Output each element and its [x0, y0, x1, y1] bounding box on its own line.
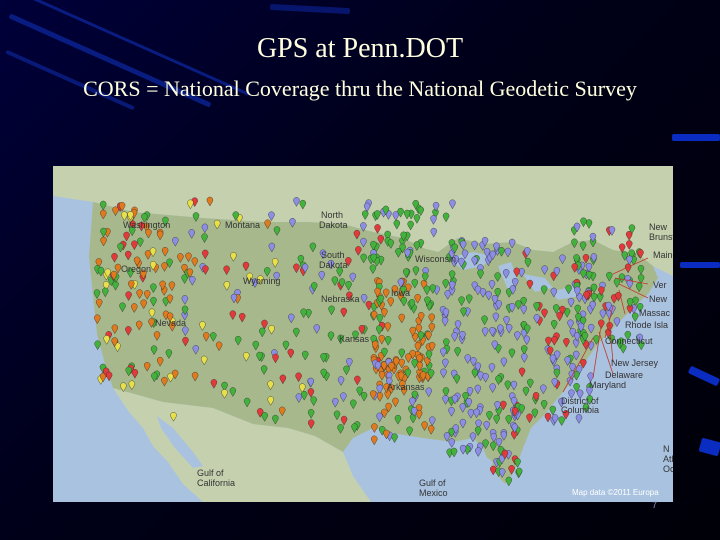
label-arkansas: Arkansas: [387, 382, 425, 392]
label-atlantic-3: Oc: [663, 464, 673, 474]
map-copyright: Map data ©2011 Europa: [572, 488, 659, 497]
label-nebraska: Nebraska: [321, 294, 360, 304]
station-marker[interactable]: [490, 465, 497, 476]
label-gulf-mexico-2: Mexico: [419, 488, 448, 498]
background-streak: [269, 3, 351, 15]
label-nevada: Nevada: [155, 318, 186, 328]
label-oregon: Oregon: [121, 264, 151, 274]
label-new-jersey: New Jersey: [611, 358, 659, 368]
label-atlantic-2: Atl: [663, 454, 673, 464]
label-new-brunswick-1: New: [649, 222, 668, 232]
station-marker[interactable]: [575, 414, 583, 424]
station-marker[interactable]: [549, 405, 557, 416]
label-south-dakota-1: South: [321, 250, 345, 260]
station-marker[interactable]: [469, 432, 477, 443]
label-gulf-mexico-1: Gulf of: [419, 478, 446, 488]
station-marker[interactable]: [94, 340, 101, 351]
label-gulf-california-2: California: [197, 478, 235, 488]
cors-station-map[interactable]: North Dakota South Dakota Montana Washin…: [53, 166, 673, 502]
station-marker[interactable]: [505, 476, 513, 487]
label-vermont: Ver: [653, 280, 667, 290]
background-streak: [680, 262, 720, 268]
label-north-dakota-2: Dakota: [319, 220, 348, 230]
label-maine: Maine: [653, 250, 673, 260]
station-marker[interactable]: [391, 433, 398, 444]
label-dc-2: Columbia: [561, 405, 599, 415]
label-delaware: Delaware: [605, 370, 643, 380]
label-new-brunswick-2: Brunsv: [649, 232, 673, 242]
slide-subtitle: CORS = National Coverage thru the Nation…: [83, 76, 637, 101]
background-streak: [698, 437, 720, 457]
label-atlantic-1: N: [663, 444, 670, 454]
label-maryland: Maryland: [589, 380, 626, 390]
label-wyoming: Wyoming: [243, 276, 280, 286]
label-connecticut: Connecticut: [605, 336, 653, 346]
label-new-hampshire: New: [649, 294, 668, 304]
background-streak: [687, 365, 720, 387]
label-washington: Washington: [123, 220, 170, 230]
label-kansas: Kansas: [339, 334, 370, 344]
label-north-dakota-1: North: [321, 210, 343, 220]
map-canvas: North Dakota South Dakota Montana Washin…: [53, 166, 673, 502]
slide-title: GPS at Penn.DOT: [256, 33, 464, 64]
label-south-dakota-2: Dakota: [319, 260, 348, 270]
label-gulf-california-1: Gulf of: [197, 468, 224, 478]
label-wisconsin: Wisconsin: [415, 254, 456, 264]
station-marker[interactable]: [371, 435, 378, 446]
background-streak: [672, 134, 720, 141]
label-montana: Montana: [225, 220, 260, 230]
station-marker[interactable]: [544, 412, 552, 423]
label-rhode-island: Rhode Isla: [625, 320, 668, 330]
label-massachusetts: Massac: [639, 308, 671, 318]
slide-number: 7: [652, 500, 658, 510]
station-marker[interactable]: [558, 416, 565, 426]
label-iowa: Iowa: [391, 288, 410, 298]
station-marker[interactable]: [371, 423, 378, 433]
